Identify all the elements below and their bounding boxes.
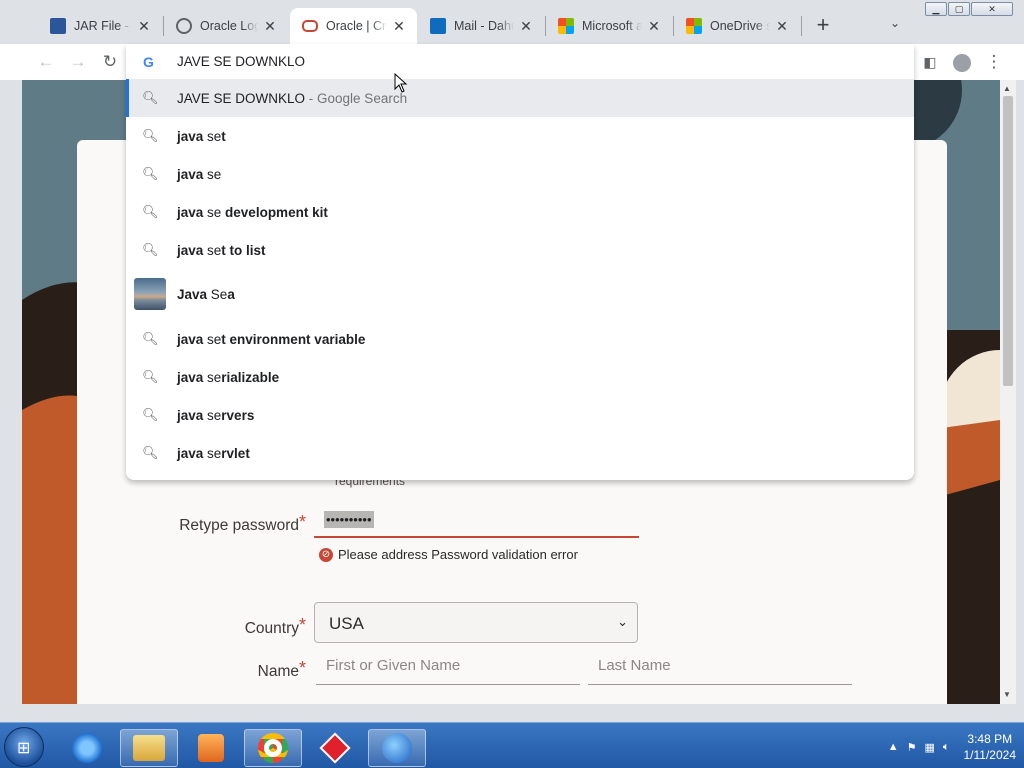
tab-mail[interactable]: Mail - Dahu ✕ — [418, 8, 544, 44]
tab-oracle-login[interactable]: Oracle Login ✕ — [164, 8, 288, 44]
action-center-icon[interactable]: ⚑ — [907, 741, 917, 754]
folder-icon — [133, 735, 165, 761]
java-sea-thumbnail — [134, 278, 166, 310]
search-icon: 🔍︎ — [142, 204, 159, 219]
system-tray: ▲ ⚑ ▦ 🔈︎ 3:48 PM 1/11/2024 — [880, 729, 1016, 765]
close-tab-icon[interactable]: ✕ — [518, 18, 534, 35]
search-icon: 🔍︎ — [142, 407, 159, 422]
clock-date: 1/11/2024 — [963, 748, 1017, 762]
internet-explorer-icon — [72, 733, 102, 763]
volume-muted-icon[interactable]: 🔈︎ — [943, 741, 950, 754]
clock-time: 3:48 PM — [967, 732, 1013, 746]
side-panel-icon[interactable]: ◧ — [918, 50, 942, 74]
globe-icon — [176, 18, 192, 34]
required-asterisk: * — [298, 658, 306, 678]
back-button[interactable]: ← — [34, 50, 58, 74]
forward-button[interactable]: → — [66, 50, 90, 74]
outlook-icon — [430, 18, 446, 34]
chrome-icon — [258, 733, 288, 763]
close-tab-icon[interactable]: ✕ — [262, 18, 278, 35]
windows-logo-icon: ⊞ — [17, 740, 31, 757]
search-icon: 🔍︎ — [142, 331, 159, 346]
suggestion-entity-java-sea[interactable]: Java Sea — [126, 272, 914, 316]
taskbar-chrome[interactable] — [244, 729, 302, 767]
microsoft-icon — [558, 18, 574, 34]
tab-microsoft-account[interactable]: Microsoft ac ✕ — [546, 8, 672, 44]
close-tab-icon[interactable]: ✕ — [774, 18, 790, 35]
country-select[interactable]: USA ⌄ — [314, 602, 638, 643]
suggestion-item[interactable]: 🔍︎ java set to list — [126, 231, 914, 269]
address-bar-text: JAVE SE DOWNKLO — [177, 54, 306, 69]
clock[interactable]: 3:48 PM 1/11/2024 — [964, 731, 1017, 763]
required-asterisk: * — [298, 512, 306, 532]
red-diamond-icon — [319, 732, 351, 764]
microsoft-icon — [686, 18, 702, 34]
name-label: Name* — [257, 658, 306, 680]
browser-window: JAR File - W ✕ Oracle Login ✕ Oracle | C… — [0, 0, 1024, 722]
address-bar[interactable]: G JAVE SE DOWNKLO — [126, 44, 914, 80]
last-name-field[interactable]: Last Name — [588, 652, 852, 685]
thunderbird-icon — [382, 733, 412, 763]
country-label: Country* — [244, 615, 306, 637]
scroll-down-icon[interactable]: ▼ — [1003, 690, 1011, 699]
google-icon: G — [143, 54, 154, 70]
search-icon: 🔍︎ — [142, 166, 159, 181]
suggestion-item[interactable]: 🔍︎ java set environment variable — [126, 320, 914, 358]
retype-password-label: Retype password* — [179, 512, 306, 534]
tab-onedrive[interactable]: OneDrive sy ✕ — [674, 8, 800, 44]
show-hidden-icons-icon[interactable]: ▲ — [888, 741, 899, 753]
taskbar-media-player[interactable] — [182, 729, 240, 767]
start-button[interactable]: ⊞ — [4, 727, 44, 767]
taskbar-app-diamond[interactable] — [306, 729, 364, 767]
word-doc-icon — [50, 18, 66, 34]
menu-kebab-icon[interactable]: ⋮ — [982, 50, 1006, 74]
close-tab-icon[interactable]: ✕ — [646, 18, 662, 35]
taskbar-internet-explorer[interactable] — [58, 729, 116, 767]
tab-jar-file[interactable]: JAR File - W ✕ — [38, 8, 162, 44]
close-tab-icon[interactable]: ✕ — [391, 18, 407, 35]
suggestion-search-query[interactable]: 🔍︎ JAVE SE DOWNKLO - Google Search — [126, 79, 914, 117]
suggestion-item[interactable]: 🔍︎ java serializable — [126, 358, 914, 396]
taskbar-file-explorer[interactable] — [120, 729, 178, 767]
search-icon: 🔍︎ — [142, 445, 159, 460]
password-error-message: ⊘ Please address Password validation err… — [319, 547, 578, 562]
scroll-thumb[interactable] — [1003, 96, 1013, 386]
chevron-down-icon: ⌄ — [617, 614, 628, 629]
taskbar-thunderbird[interactable] — [368, 729, 426, 767]
search-icon: 🔍︎ — [142, 242, 159, 257]
tab-oracle-create[interactable]: Oracle | Cre ✕ — [290, 8, 417, 44]
suggestion-item[interactable]: 🔍︎ java set — [126, 117, 914, 155]
required-asterisk: * — [298, 615, 306, 635]
tab-separator — [801, 16, 802, 36]
close-window-button[interactable]: ✕ — [971, 2, 1013, 16]
oracle-icon — [302, 20, 318, 32]
windows-taskbar: ⊞ ▲ ⚑ ▦ 🔈︎ 3:48 PM 1/11/2024 — [0, 722, 1024, 768]
suggestion-item[interactable]: 🔍︎ java servlet — [126, 434, 914, 472]
error-icon: ⊘ — [319, 547, 333, 562]
search-icon: 🔍︎ — [142, 128, 159, 143]
page-scrollbar[interactable]: ▲ ▼ — [1000, 80, 1016, 704]
media-player-icon — [198, 734, 224, 762]
mouse-cursor-icon — [394, 73, 408, 93]
first-name-field[interactable]: First or Given Name — [316, 652, 580, 685]
tab-strip: JAR File - W ✕ Oracle Login ✕ Oracle | C… — [0, 0, 1024, 44]
search-icon: 🔍︎ — [142, 369, 159, 384]
reload-button[interactable]: ↻ — [98, 50, 122, 74]
minimize-button[interactable]: ▁ — [925, 2, 947, 16]
search-icon: 🔍︎ — [142, 90, 159, 105]
network-icon[interactable]: ▦ — [924, 741, 934, 754]
scroll-up-icon[interactable]: ▲ — [1003, 84, 1011, 93]
new-tab-button[interactable]: + — [812, 14, 834, 36]
profile-avatar[interactable] — [950, 50, 974, 74]
maximize-button[interactable]: ▢ — [948, 2, 970, 16]
suggestion-item[interactable]: 🔍︎ java servers — [126, 396, 914, 434]
omnibox-dropdown: G JAVE SE DOWNKLO 🔍︎ JAVE SE DOWNKLO - G… — [126, 44, 914, 480]
retype-password-field[interactable]: •••••••••• — [314, 506, 639, 538]
suggestion-item[interactable]: 🔍︎ java se development kit — [126, 193, 914, 231]
close-tab-icon[interactable]: ✕ — [136, 18, 152, 35]
suggestion-item[interactable]: 🔍︎ java se — [126, 155, 914, 193]
tab-search-chevron-icon[interactable]: ⌄ — [890, 16, 900, 30]
